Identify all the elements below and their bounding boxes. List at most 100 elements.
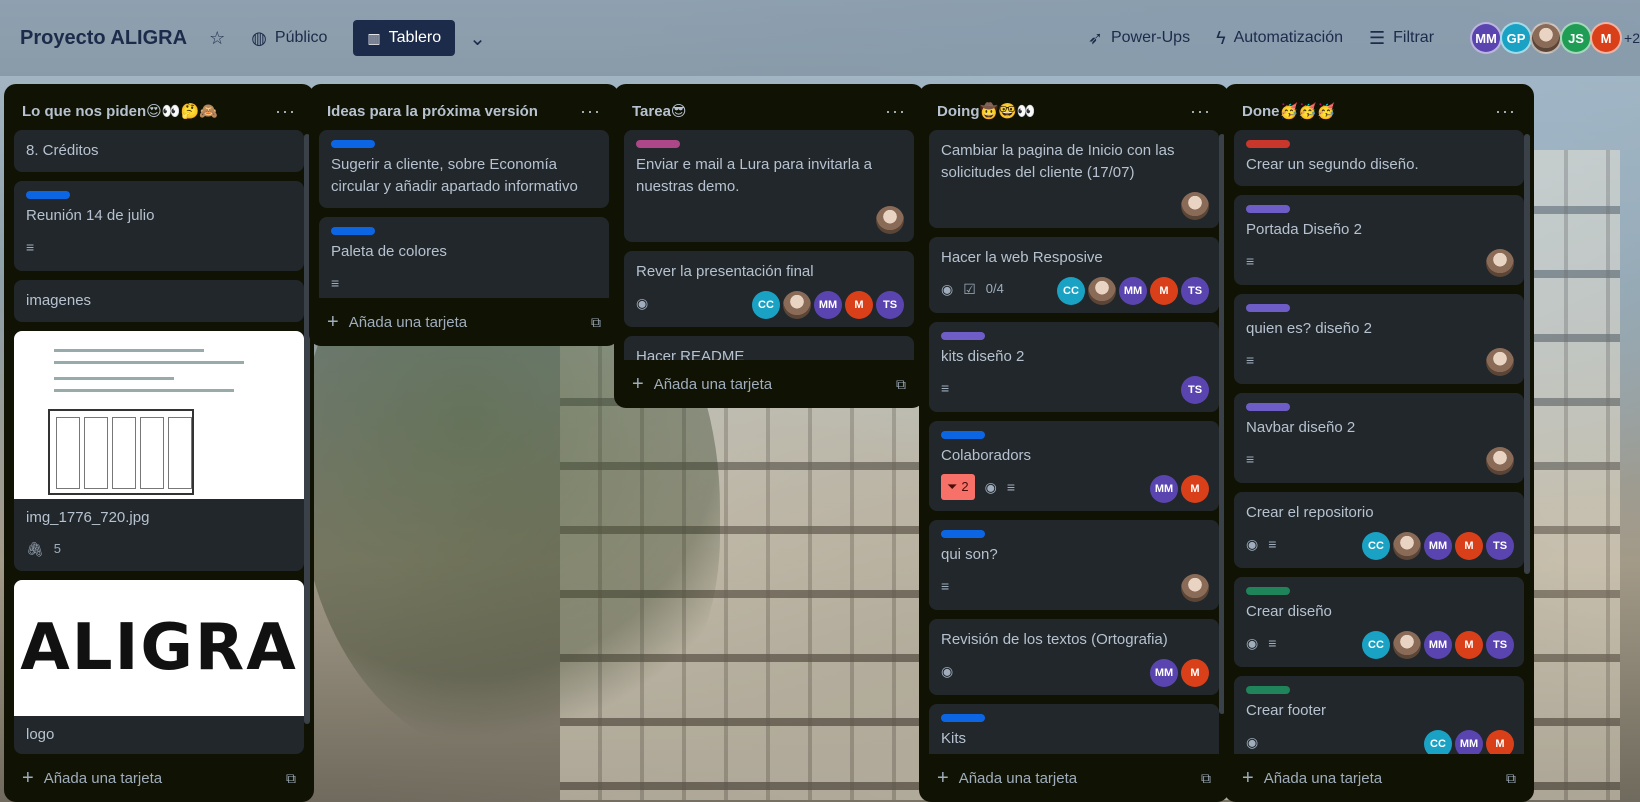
add-card-button[interactable]: + Añada una tarjeta ⧉ bbox=[14, 754, 304, 802]
card-label[interactable] bbox=[1246, 140, 1290, 148]
member-avatar[interactable]: TS bbox=[1486, 532, 1514, 560]
member-avatar[interactable]: CC bbox=[1362, 532, 1390, 560]
card[interactable]: imagenes bbox=[14, 280, 304, 322]
chevron-down-icon[interactable]: ⌄ bbox=[469, 26, 486, 51]
card[interactable]: Crear un segundo diseño. bbox=[1234, 130, 1524, 186]
member-avatar[interactable] bbox=[1530, 22, 1563, 54]
member-avatar[interactable]: CC bbox=[1424, 730, 1452, 754]
member-avatar[interactable]: CC bbox=[752, 291, 780, 319]
card-label[interactable] bbox=[941, 714, 985, 722]
card-label[interactable] bbox=[636, 140, 680, 148]
member-avatar[interactable]: GP bbox=[1500, 22, 1533, 54]
member-avatar[interactable]: TS bbox=[1181, 277, 1209, 305]
member-avatar[interactable] bbox=[1088, 277, 1116, 305]
card[interactable]: kits diseño 2 ≡ TS bbox=[929, 322, 1219, 412]
template-icon[interactable]: ⧉ bbox=[896, 376, 906, 393]
card-label[interactable] bbox=[1246, 686, 1290, 694]
list-title[interactable]: Doing🤠🤓👀 bbox=[937, 102, 1036, 120]
member-avatar[interactable] bbox=[1486, 249, 1514, 277]
member-avatar[interactable]: MM bbox=[1119, 277, 1147, 305]
template-icon[interactable]: ⧉ bbox=[1201, 770, 1211, 787]
add-card-button[interactable]: + Añada una tarjeta ⧉ bbox=[1234, 754, 1524, 802]
card[interactable]: img_1776_720.jpg 🖇 5 bbox=[14, 331, 304, 571]
card[interactable]: Rever la presentación final ◉ CC MM M TS bbox=[624, 251, 914, 327]
card[interactable]: Portada Diseño 2 ≡ bbox=[1234, 195, 1524, 285]
card[interactable]: Revisión de los textos (Ortografia) ◉ MM M bbox=[929, 619, 1219, 695]
card[interactable]: Hacer README bbox=[624, 336, 914, 360]
filter-button[interactable]: ☰ Filtrar bbox=[1369, 29, 1434, 47]
member-avatar[interactable] bbox=[783, 291, 811, 319]
card-label[interactable] bbox=[1246, 205, 1290, 213]
member-avatar[interactable] bbox=[1486, 447, 1514, 475]
member-avatar[interactable]: CC bbox=[1362, 631, 1390, 659]
card[interactable]: 8. Créditos bbox=[14, 130, 304, 172]
member-avatar[interactable]: CC bbox=[1057, 277, 1085, 305]
member-avatar[interactable]: MM bbox=[1470, 22, 1503, 54]
card[interactable]: Crear footer ◉ CC MM M bbox=[1234, 676, 1524, 754]
member-avatar[interactable]: M bbox=[1455, 631, 1483, 659]
member-avatar[interactable]: M bbox=[1455, 532, 1483, 560]
more-options-icon[interactable]: ··· bbox=[1495, 101, 1516, 122]
list-title[interactable]: Done🥳🥳🥳 bbox=[1242, 102, 1336, 120]
board-view-button[interactable]: ▥ Tablero bbox=[353, 20, 456, 56]
card-label[interactable] bbox=[941, 431, 985, 439]
board-members[interactable]: MM GP JS M bbox=[1470, 22, 1623, 54]
card[interactable]: Cambiar la pagina de Inicio con las soli… bbox=[929, 130, 1219, 228]
member-avatar[interactable]: MM bbox=[1150, 659, 1178, 687]
more-options-icon[interactable]: ··· bbox=[885, 101, 906, 122]
member-avatar[interactable]: M bbox=[1150, 277, 1178, 305]
card-label[interactable] bbox=[26, 191, 70, 199]
member-avatar[interactable]: M bbox=[1181, 475, 1209, 503]
due-badge[interactable]: ⏷ 2 bbox=[941, 474, 975, 500]
board-title[interactable]: Proyecto ALIGRA bbox=[20, 27, 187, 50]
card[interactable]: Enviar e mail a Lura para invitarla a nu… bbox=[624, 130, 914, 242]
member-avatar[interactable] bbox=[876, 206, 904, 234]
member-avatar[interactable]: M bbox=[1590, 22, 1623, 54]
add-card-button[interactable]: + Añada una tarjeta ⧉ bbox=[624, 360, 914, 408]
card[interactable]: Kits💬1TS bbox=[929, 704, 1219, 754]
card[interactable]: quien es? diseño 2 ≡ bbox=[1234, 294, 1524, 384]
template-icon[interactable]: ⧉ bbox=[591, 314, 601, 331]
card[interactable]: Sugerir a cliente, sobre Economía circul… bbox=[319, 130, 609, 208]
card[interactable]: qui son? ≡ bbox=[929, 520, 1219, 610]
card-label[interactable] bbox=[1246, 403, 1290, 411]
member-avatar[interactable]: MM bbox=[1455, 730, 1483, 754]
more-options-icon[interactable]: ··· bbox=[275, 101, 296, 122]
star-button[interactable]: ☆ bbox=[209, 29, 225, 47]
member-avatar[interactable]: MM bbox=[1424, 631, 1452, 659]
add-card-button[interactable]: + Añada una tarjeta ⧉ bbox=[319, 298, 609, 346]
powerups-button[interactable]: ➶ Power-Ups bbox=[1088, 29, 1190, 47]
visibility-button[interactable]: ◍ Público bbox=[251, 29, 327, 47]
template-icon[interactable]: ⧉ bbox=[1506, 770, 1516, 787]
card-label[interactable] bbox=[941, 530, 985, 538]
automation-button[interactable]: ϟ Automatización bbox=[1216, 29, 1343, 47]
list-title[interactable]: Ideas para la próxima versión bbox=[327, 103, 538, 120]
member-avatar[interactable] bbox=[1181, 192, 1209, 220]
member-avatar[interactable] bbox=[1393, 532, 1421, 560]
card-label[interactable] bbox=[1246, 304, 1290, 312]
member-avatar[interactable]: M bbox=[1486, 730, 1514, 754]
card-label[interactable] bbox=[331, 227, 375, 235]
member-avatar[interactable] bbox=[1393, 631, 1421, 659]
template-icon[interactable]: ⧉ bbox=[286, 770, 296, 787]
member-avatar[interactable]: MM bbox=[814, 291, 842, 319]
more-options-icon[interactable]: ··· bbox=[1190, 101, 1211, 122]
card[interactable]: Reunión 14 de julio ≡ bbox=[14, 181, 304, 271]
member-avatar[interactable]: TS bbox=[1486, 631, 1514, 659]
add-card-button[interactable]: + Añada una tarjeta ⧉ bbox=[929, 754, 1219, 802]
card[interactable]: Crear diseño ◉ ≡ CC MM M TS bbox=[1234, 577, 1524, 667]
more-options-icon[interactable]: ··· bbox=[580, 101, 601, 122]
member-avatar[interactable]: TS bbox=[876, 291, 904, 319]
card[interactable]: ALIGRA logo bbox=[14, 580, 304, 754]
list-scrollbar[interactable] bbox=[1524, 134, 1530, 574]
card-label[interactable] bbox=[941, 332, 985, 340]
member-avatar[interactable] bbox=[1181, 574, 1209, 602]
card[interactable]: Hacer la web Resposive ◉ ☑ 0/4 CC MM M TS bbox=[929, 237, 1219, 313]
card[interactable]: Navbar diseño 2 ≡ bbox=[1234, 393, 1524, 483]
card-label[interactable] bbox=[331, 140, 375, 148]
card[interactable]: Paleta de colores ≡ bbox=[319, 217, 609, 298]
more-members-count[interactable]: +2 bbox=[1624, 30, 1640, 46]
card-label[interactable] bbox=[1246, 587, 1290, 595]
card[interactable]: Colaboradors ⏷ 2 ◉ ≡ MM M bbox=[929, 421, 1219, 511]
member-avatar[interactable]: M bbox=[1181, 659, 1209, 687]
